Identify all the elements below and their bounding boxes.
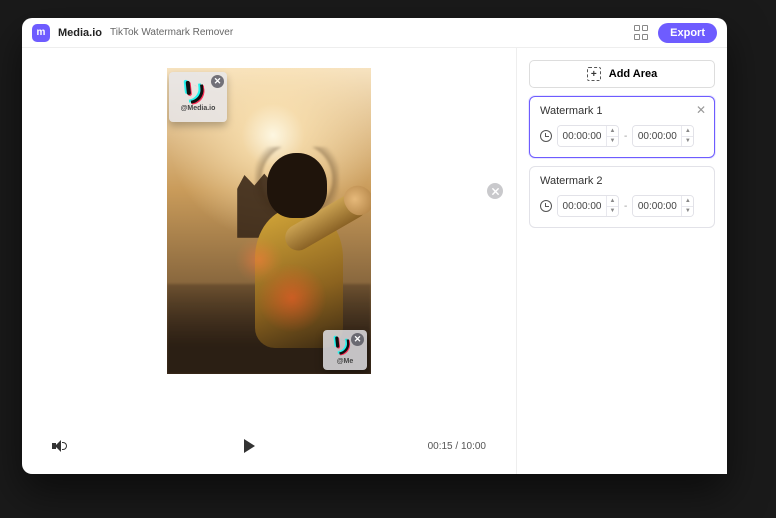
time-stepper[interactable]: ▲ ▼ <box>606 196 618 216</box>
watermark-card-title: Watermark 1 <box>540 105 704 117</box>
add-area-label: Add Area <box>609 68 658 80</box>
player-controls: 00:15 / 10:00 <box>52 428 486 464</box>
video-frame[interactable]: ✕ @Media.io ✕ <box>167 68 371 374</box>
watermark-card-1[interactable]: ✕ Watermark 1 ▲ ▼ - ▲ <box>529 96 715 158</box>
end-time-field[interactable]: ▲ ▼ <box>632 125 694 147</box>
brand-logo: m <box>32 24 50 42</box>
volume-icon[interactable] <box>52 439 72 453</box>
play-button[interactable] <box>244 439 255 453</box>
time-stepper[interactable]: ▲ ▼ <box>606 126 618 146</box>
export-button[interactable]: Export <box>658 23 717 43</box>
time-range-row: ▲ ▼ - ▲ ▼ <box>540 195 704 217</box>
range-dash: - <box>624 131 627 142</box>
video-viewport: ✕ @Media.io ✕ <box>52 68 486 418</box>
brand-name: Media.io <box>58 27 102 39</box>
close-icon[interactable]: ✕ <box>211 75 224 88</box>
preview-pane: ✕ @Media.io ✕ <box>22 48 517 474</box>
page-title: TikTok Watermark Remover <box>110 27 233 38</box>
stepper-up-icon[interactable]: ▲ <box>682 126 693 137</box>
range-dash: - <box>624 201 627 212</box>
stepper-up-icon[interactable]: ▲ <box>607 126 618 137</box>
clock-icon <box>540 200 552 212</box>
side-panel: Add Area ✕ Watermark 1 ▲ ▼ - <box>517 48 727 474</box>
time-current: 00:15 <box>428 441 453 452</box>
stepper-down-icon[interactable]: ▼ <box>607 207 618 217</box>
add-area-button[interactable]: Add Area <box>529 60 715 88</box>
clear-selection-icon[interactable] <box>487 183 503 199</box>
watermark-handle: @Me <box>337 358 354 365</box>
app-window: m Media.io TikTok Watermark Remover Expo… <box>22 18 727 474</box>
main-area: ✕ @Media.io ✕ <box>22 48 727 474</box>
time-range-row: ▲ ▼ - ▲ ▼ <box>540 125 704 147</box>
start-time-field[interactable]: ▲ ▼ <box>557 195 619 217</box>
time-stepper[interactable]: ▲ ▼ <box>681 196 693 216</box>
tiktok-icon <box>336 338 354 356</box>
watermark-region-1[interactable]: ✕ @Media.io <box>169 72 227 122</box>
tiktok-icon <box>187 83 209 105</box>
watermark-region-2[interactable]: ✕ @Me <box>323 330 367 370</box>
start-time-input[interactable] <box>558 126 606 146</box>
watermark-handle: @Media.io <box>181 105 216 112</box>
stepper-up-icon[interactable]: ▲ <box>682 196 693 207</box>
header-bar: m Media.io TikTok Watermark Remover Expo… <box>22 18 727 48</box>
close-icon[interactable]: ✕ <box>694 103 708 117</box>
end-time-input[interactable] <box>633 126 681 146</box>
end-time-field[interactable]: ▲ ▼ <box>632 195 694 217</box>
time-total: 10:00 <box>461 441 486 452</box>
start-time-input[interactable] <box>558 196 606 216</box>
add-area-icon <box>587 67 601 81</box>
stepper-down-icon[interactable]: ▼ <box>682 207 693 217</box>
clock-icon <box>540 130 552 142</box>
timecode: 00:15 / 10:00 <box>428 441 486 452</box>
stepper-down-icon[interactable]: ▼ <box>682 137 693 147</box>
watermark-card-title: Watermark 2 <box>540 175 704 187</box>
apps-grid-icon[interactable] <box>634 25 650 41</box>
stepper-down-icon[interactable]: ▼ <box>607 137 618 147</box>
watermark-card-2[interactable]: Watermark 2 ▲ ▼ - ▲ <box>529 166 715 228</box>
start-time-field[interactable]: ▲ ▼ <box>557 125 619 147</box>
stepper-up-icon[interactable]: ▲ <box>607 196 618 207</box>
end-time-input[interactable] <box>633 196 681 216</box>
time-stepper[interactable]: ▲ ▼ <box>681 126 693 146</box>
